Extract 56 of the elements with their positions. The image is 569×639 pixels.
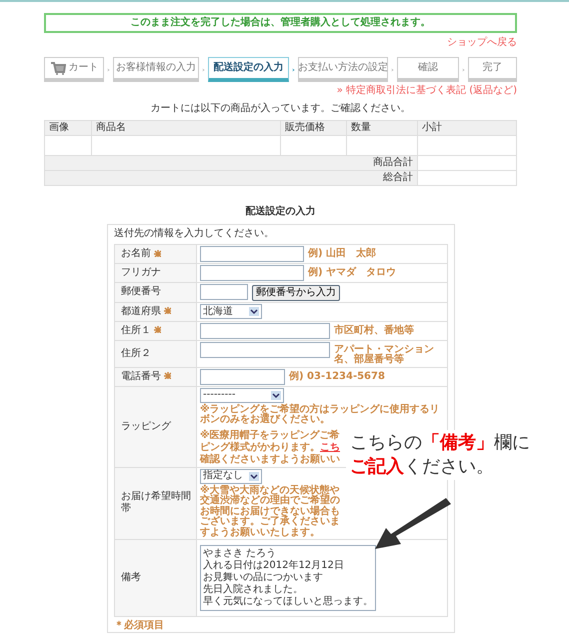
field-label: ラッピング bbox=[121, 420, 171, 432]
hint-text: アパート・マンション名、部屋番号等 bbox=[334, 342, 435, 366]
chevron-icon bbox=[292, 66, 295, 74]
note-text: 確認くださいますようお願いい bbox=[200, 454, 340, 464]
textarea-line: 入れる日付は2012年12月12日 bbox=[203, 560, 345, 572]
field-label: 都道府県 bbox=[121, 306, 161, 316]
column-header: 画像 bbox=[44, 120, 92, 136]
back-to-shop-link[interactable]: ショップへ戻る bbox=[44, 37, 517, 49]
column-header: 小計 bbox=[417, 120, 516, 136]
cart-message: カートには以下の商品が入っています。ご確認ください。 bbox=[150, 103, 412, 115]
field-label: 電話番号 bbox=[121, 370, 161, 382]
total-label: 商品合計 bbox=[44, 156, 418, 170]
required-note: ＊必須項目 bbox=[114, 621, 165, 632]
note-text: ※大雪や大雨などの天候状態や交通渋滞などの理由でご希望のお時間にお届けできない場合もございます。ご了承くださいますようお願いいたします。 bbox=[200, 486, 341, 538]
zip-lookup-button[interactable]: 郵便番号から入力 bbox=[252, 284, 340, 300]
textarea-line: 早く元気になってほしいと思っます。 bbox=[203, 596, 373, 608]
field-label: 備考 bbox=[121, 572, 141, 583]
text-input[interactable] bbox=[200, 342, 330, 358]
column-header: 数量 bbox=[346, 120, 418, 136]
notice-banner: このまま注文を完了した場合は、管理者購入として処理されます。 bbox=[44, 13, 517, 33]
remarks-textarea[interactable]: やまさき たろう 入れる日付は2012年12月12日 お見舞いの品につかいます 先日入院されました。 早く元気になってほしいと思っます。 bbox=[200, 545, 376, 611]
hint-text: 例) 山田 太郎 bbox=[308, 246, 376, 260]
note-text: ※医療用帽子をラッピングご希 bbox=[200, 430, 340, 440]
section-title: 配送設定の入力 bbox=[244, 206, 316, 218]
cart-icon bbox=[50, 61, 66, 75]
field-label: お名前 bbox=[121, 248, 151, 259]
dropdown[interactable]: 北海道 bbox=[200, 304, 262, 319]
caret-icon bbox=[271, 390, 281, 400]
text-input[interactable] bbox=[200, 322, 330, 338]
field-label: 住所１ bbox=[121, 324, 151, 336]
note-link[interactable]: こち bbox=[320, 442, 340, 452]
dropdown[interactable]: --------- bbox=[200, 388, 284, 402]
text-input[interactable] bbox=[200, 284, 248, 300]
field-label: 郵便番号 bbox=[121, 286, 161, 298]
hint-text: 例) 03-1234-5678 bbox=[289, 370, 385, 382]
note-text: ※ラッピングをご希望の方はラッピングに使用するリボンのみをお選びください。 bbox=[200, 404, 441, 426]
text-input[interactable] bbox=[200, 246, 304, 262]
field-label: お届け希望時間帯 bbox=[121, 491, 191, 514]
textarea-line: やまさき たろう bbox=[203, 548, 278, 560]
total-label: 総合計 bbox=[44, 170, 418, 186]
hint-text: 例) ヤマダ タロウ bbox=[308, 266, 396, 278]
note-text: ピング様式がかわります。 bbox=[200, 442, 320, 452]
arrow-icon bbox=[374, 498, 452, 550]
field-label: フリガナ bbox=[121, 267, 161, 278]
dropdown[interactable]: 指定なし bbox=[200, 468, 262, 484]
caret-icon bbox=[249, 307, 259, 316]
text-input[interactable] bbox=[200, 368, 285, 384]
textarea-line: お見舞いの品につかいます bbox=[203, 572, 324, 584]
hint-text: 市区町村、番地等 bbox=[334, 323, 414, 336]
text-input[interactable] bbox=[200, 265, 304, 281]
column-header: 販売価格 bbox=[280, 120, 347, 136]
column-header: 商品名 bbox=[92, 120, 280, 136]
form-intro: 送付先の情報を入力してください。 bbox=[114, 228, 275, 240]
caret-icon bbox=[249, 472, 259, 480]
field-label: 住所２ bbox=[121, 348, 151, 358]
textarea-line: 先日入院されました。 bbox=[203, 584, 304, 596]
